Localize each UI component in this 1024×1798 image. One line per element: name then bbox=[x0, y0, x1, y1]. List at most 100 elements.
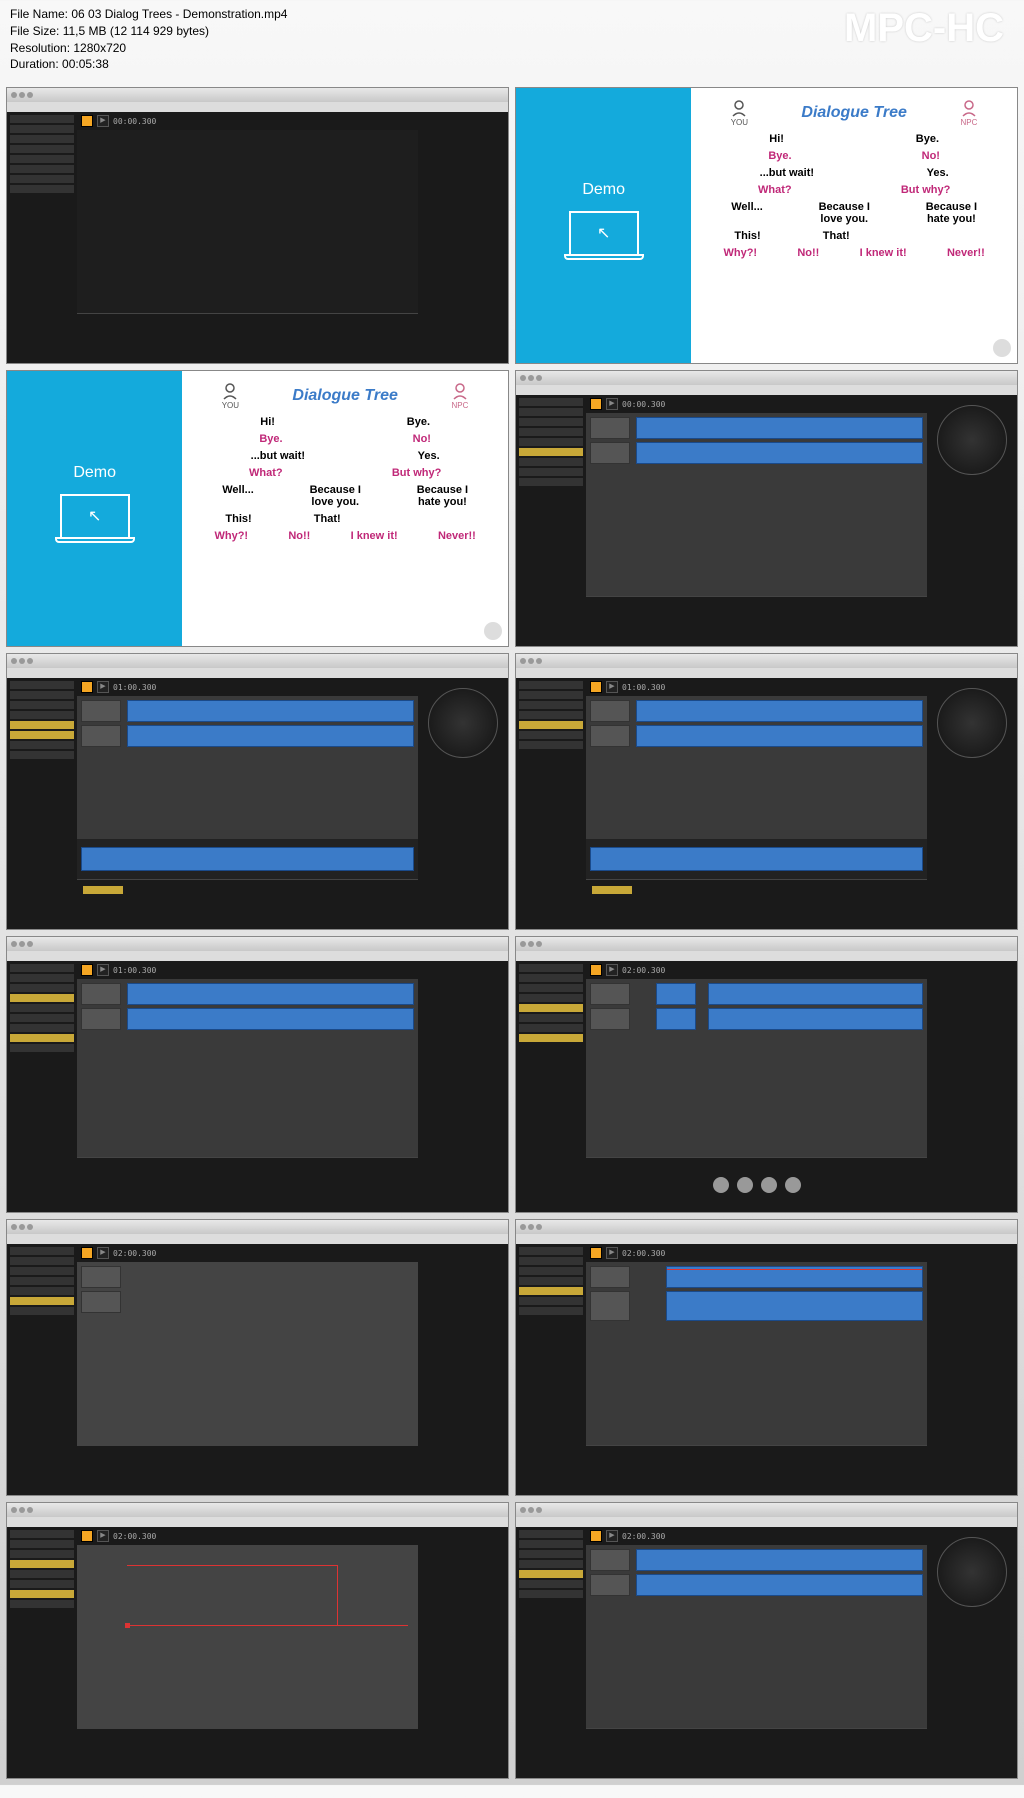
timecode: 02:00.300 bbox=[113, 1532, 156, 1541]
timeline[interactable] bbox=[586, 1262, 927, 1445]
menubar bbox=[516, 385, 1017, 395]
audio-clip[interactable] bbox=[708, 983, 923, 1005]
timeline-empty bbox=[77, 130, 418, 313]
tree-node: No!! bbox=[288, 530, 310, 542]
timeline[interactable] bbox=[77, 979, 418, 1157]
automation-line[interactable] bbox=[127, 1565, 338, 1566]
stop-button[interactable] bbox=[81, 1247, 93, 1259]
window-titlebar bbox=[516, 371, 1017, 385]
track-header[interactable] bbox=[590, 1574, 630, 1596]
audio-clip[interactable] bbox=[636, 725, 923, 747]
track-header[interactable] bbox=[590, 417, 630, 439]
audio-clip[interactable] bbox=[127, 983, 414, 1005]
play-button[interactable]: ▶ bbox=[97, 115, 109, 127]
timeline[interactable] bbox=[586, 696, 927, 839]
stop-button[interactable] bbox=[590, 964, 602, 976]
track-header[interactable] bbox=[590, 1549, 630, 1571]
toolbar: ▶00:00.300 bbox=[586, 395, 927, 413]
track-header[interactable] bbox=[590, 1291, 630, 1321]
track-header[interactable] bbox=[81, 1291, 121, 1313]
jog-wheel[interactable] bbox=[937, 688, 1007, 758]
track-header[interactable] bbox=[590, 1266, 630, 1288]
timeline[interactable] bbox=[586, 413, 927, 596]
track-header[interactable] bbox=[590, 700, 630, 722]
properties-panel bbox=[418, 961, 508, 1212]
play-button[interactable]: ▶ bbox=[606, 964, 618, 976]
properties-panel bbox=[418, 1527, 508, 1778]
audio-clip[interactable] bbox=[636, 700, 923, 722]
track-header[interactable] bbox=[590, 983, 630, 1005]
stop-button[interactable] bbox=[81, 1530, 93, 1542]
stop-button[interactable] bbox=[81, 681, 93, 693]
timeline[interactable] bbox=[77, 696, 418, 839]
audio-clip[interactable] bbox=[666, 1266, 923, 1288]
clip-detail[interactable] bbox=[81, 847, 414, 871]
stop-button[interactable] bbox=[590, 398, 602, 410]
menubar bbox=[7, 668, 508, 678]
automation-view[interactable] bbox=[77, 1545, 418, 1728]
stop-button[interactable] bbox=[590, 1530, 602, 1542]
play-button[interactable]: ▶ bbox=[97, 1530, 109, 1542]
stop-button[interactable] bbox=[81, 964, 93, 976]
clip-detail[interactable] bbox=[590, 847, 923, 871]
transport-slider[interactable] bbox=[83, 886, 123, 894]
audio-clip[interactable] bbox=[636, 1574, 923, 1596]
audio-clip[interactable] bbox=[636, 417, 923, 439]
slide-badge-icon bbox=[993, 339, 1011, 357]
play-button[interactable]: ▶ bbox=[97, 964, 109, 976]
track-header[interactable] bbox=[81, 725, 121, 747]
audio-clip[interactable] bbox=[127, 1008, 414, 1030]
audio-clip[interactable] bbox=[127, 700, 414, 722]
audio-clip[interactable] bbox=[666, 1291, 923, 1321]
play-button[interactable]: ▶ bbox=[606, 1247, 618, 1259]
window-titlebar bbox=[7, 654, 508, 668]
track-header[interactable] bbox=[81, 1008, 121, 1030]
project-sidebar bbox=[516, 678, 586, 929]
tree-node: ...but wait! bbox=[251, 450, 305, 462]
cursor-icon: ↖ bbox=[88, 506, 101, 526]
audio-clip[interactable] bbox=[636, 1549, 923, 1571]
stop-button[interactable] bbox=[590, 681, 602, 693]
tree-node: Because I hate you! bbox=[926, 201, 977, 225]
tree-node: Well... bbox=[222, 484, 254, 508]
transport-slider[interactable] bbox=[592, 886, 632, 894]
automation-line[interactable] bbox=[337, 1565, 338, 1625]
knob-icon[interactable] bbox=[761, 1177, 777, 1193]
timeline[interactable] bbox=[586, 979, 927, 1157]
play-button[interactable]: ▶ bbox=[606, 398, 618, 410]
knob-icon[interactable] bbox=[785, 1177, 801, 1193]
tree-node: Because I love you. bbox=[310, 484, 361, 508]
audio-clip[interactable] bbox=[656, 983, 696, 1005]
track-header[interactable] bbox=[81, 983, 121, 1005]
audio-clip[interactable] bbox=[656, 1008, 696, 1030]
knob-icon[interactable] bbox=[737, 1177, 753, 1193]
track-header[interactable] bbox=[590, 725, 630, 747]
stop-button[interactable] bbox=[81, 115, 93, 127]
play-button[interactable]: ▶ bbox=[606, 1530, 618, 1542]
timeline[interactable] bbox=[586, 1545, 927, 1728]
track-header[interactable] bbox=[590, 442, 630, 464]
play-button[interactable]: ▶ bbox=[97, 1247, 109, 1259]
timeline[interactable] bbox=[77, 1262, 418, 1445]
play-button[interactable]: ▶ bbox=[606, 681, 618, 693]
audio-clip[interactable] bbox=[127, 725, 414, 747]
npc-icon: NPC bbox=[959, 98, 979, 127]
automation-point[interactable] bbox=[125, 1623, 130, 1628]
knob-icon[interactable] bbox=[713, 1177, 729, 1193]
thumb-5: ▶01:00.300 bbox=[6, 653, 509, 930]
track-header[interactable] bbox=[590, 1008, 630, 1030]
jog-wheel[interactable] bbox=[937, 1537, 1007, 1607]
audio-clip[interactable] bbox=[636, 442, 923, 464]
play-button[interactable]: ▶ bbox=[97, 681, 109, 693]
track-header[interactable] bbox=[81, 1266, 121, 1288]
jog-wheel[interactable] bbox=[428, 688, 498, 758]
audio-clip[interactable] bbox=[708, 1008, 923, 1030]
jog-wheel[interactable] bbox=[937, 405, 1007, 475]
timecode: 01:00.300 bbox=[622, 683, 665, 692]
file-size-value: 11,5 MB (12 114 929 bytes) bbox=[63, 24, 209, 38]
project-sidebar bbox=[516, 1244, 586, 1495]
track-header[interactable] bbox=[81, 700, 121, 722]
automation-line[interactable] bbox=[127, 1625, 408, 1626]
automation-line[interactable] bbox=[667, 1269, 922, 1270]
stop-button[interactable] bbox=[590, 1247, 602, 1259]
